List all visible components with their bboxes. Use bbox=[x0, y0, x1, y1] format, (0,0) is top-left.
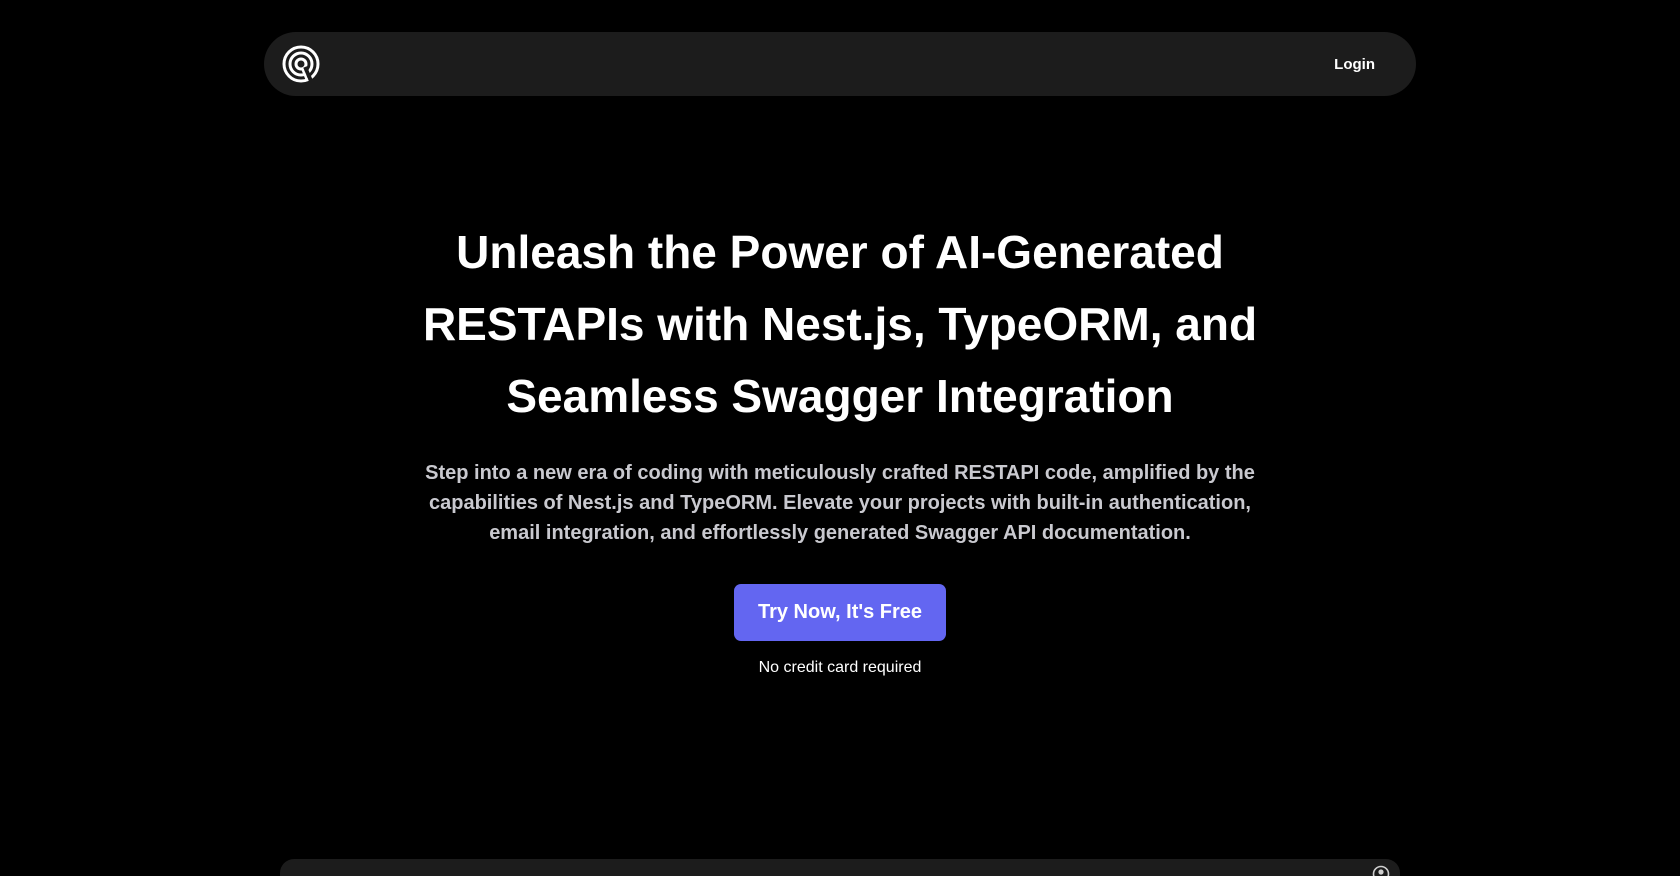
brand-logo-link[interactable] bbox=[281, 44, 321, 84]
hero-title: Unleash the Power of AI-Generated RESTAP… bbox=[422, 226, 1258, 422]
preview-panel bbox=[280, 859, 1400, 876]
spiral-logo-icon bbox=[282, 45, 320, 83]
try-now-button[interactable]: Try Now, It's Free bbox=[734, 584, 946, 641]
user-circle-icon[interactable] bbox=[1372, 865, 1390, 876]
hero-subtitle: Step into a new era of coding with metic… bbox=[425, 462, 1255, 544]
hero-section: Unleash the Power of AI-Generated RESTAP… bbox=[0, 216, 1680, 677]
landing-page: Login Unleash the Power of AI-Generated … bbox=[0, 0, 1680, 876]
no-credit-card-note: No credit card required bbox=[758, 659, 922, 676]
login-link[interactable]: Login bbox=[1334, 56, 1375, 73]
top-navbar: Login bbox=[264, 32, 1416, 96]
